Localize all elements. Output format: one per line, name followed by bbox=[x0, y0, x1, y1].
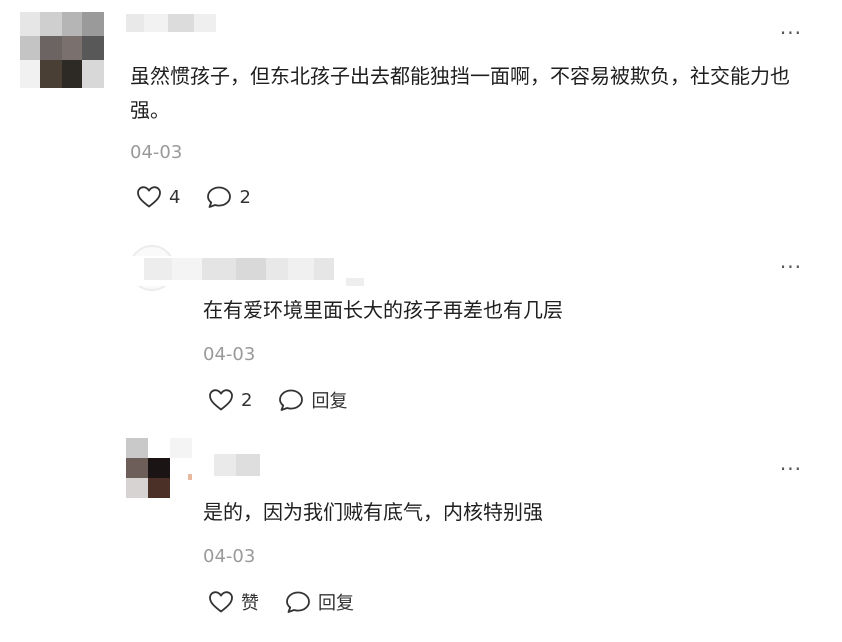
comment-date: 04-03 bbox=[203, 344, 256, 365]
reply-button[interactable]: 回复 bbox=[278, 387, 347, 413]
comment-actions: 2 回复 bbox=[208, 387, 373, 413]
username[interactable] bbox=[214, 454, 260, 476]
speech-bubble-icon bbox=[279, 389, 304, 411]
reply-button[interactable]: 回复 bbox=[285, 589, 354, 615]
reply-label: 回复 bbox=[311, 391, 348, 412]
comment-text: 虽然惯孩子，但东北孩子出去都能独挡一面啊，不容易被欺负，社交能力也强。 bbox=[130, 64, 790, 122]
heart-icon bbox=[209, 389, 233, 411]
username[interactable] bbox=[126, 12, 216, 34]
reply-label: 回复 bbox=[318, 593, 354, 614]
like-count: 4 bbox=[169, 186, 181, 208]
reply-count: 2 bbox=[239, 186, 251, 208]
comment-date: 04-03 bbox=[130, 142, 183, 163]
reply-button[interactable]: 2 bbox=[206, 185, 251, 209]
username[interactable] bbox=[128, 256, 364, 286]
like-button[interactable]: 赞 bbox=[208, 589, 259, 615]
comment-actions: 4 2 bbox=[136, 185, 277, 209]
like-count: 2 bbox=[241, 389, 253, 411]
more-options-icon[interactable]: ··· bbox=[780, 459, 802, 479]
comment-actions: 赞 回复 bbox=[208, 589, 380, 615]
comment-text: 在有爱环境里面长大的孩子再差也有几层 bbox=[203, 298, 563, 322]
like-label: 赞 bbox=[241, 593, 259, 614]
speech-bubble-icon bbox=[207, 186, 232, 208]
heart-icon bbox=[137, 186, 161, 208]
like-button[interactable]: 2 bbox=[208, 388, 252, 412]
comment-text: 是的，因为我们贼有底气，内核特别强 bbox=[203, 500, 543, 524]
avatar[interactable] bbox=[20, 12, 104, 88]
like-button[interactable]: 4 bbox=[136, 185, 180, 209]
comment-date: 04-03 bbox=[203, 546, 256, 567]
more-options-icon[interactable]: ··· bbox=[780, 257, 802, 277]
speech-bubble-icon bbox=[286, 591, 310, 613]
heart-icon bbox=[209, 591, 233, 613]
more-options-icon[interactable]: ··· bbox=[780, 23, 802, 43]
avatar[interactable] bbox=[126, 438, 192, 498]
